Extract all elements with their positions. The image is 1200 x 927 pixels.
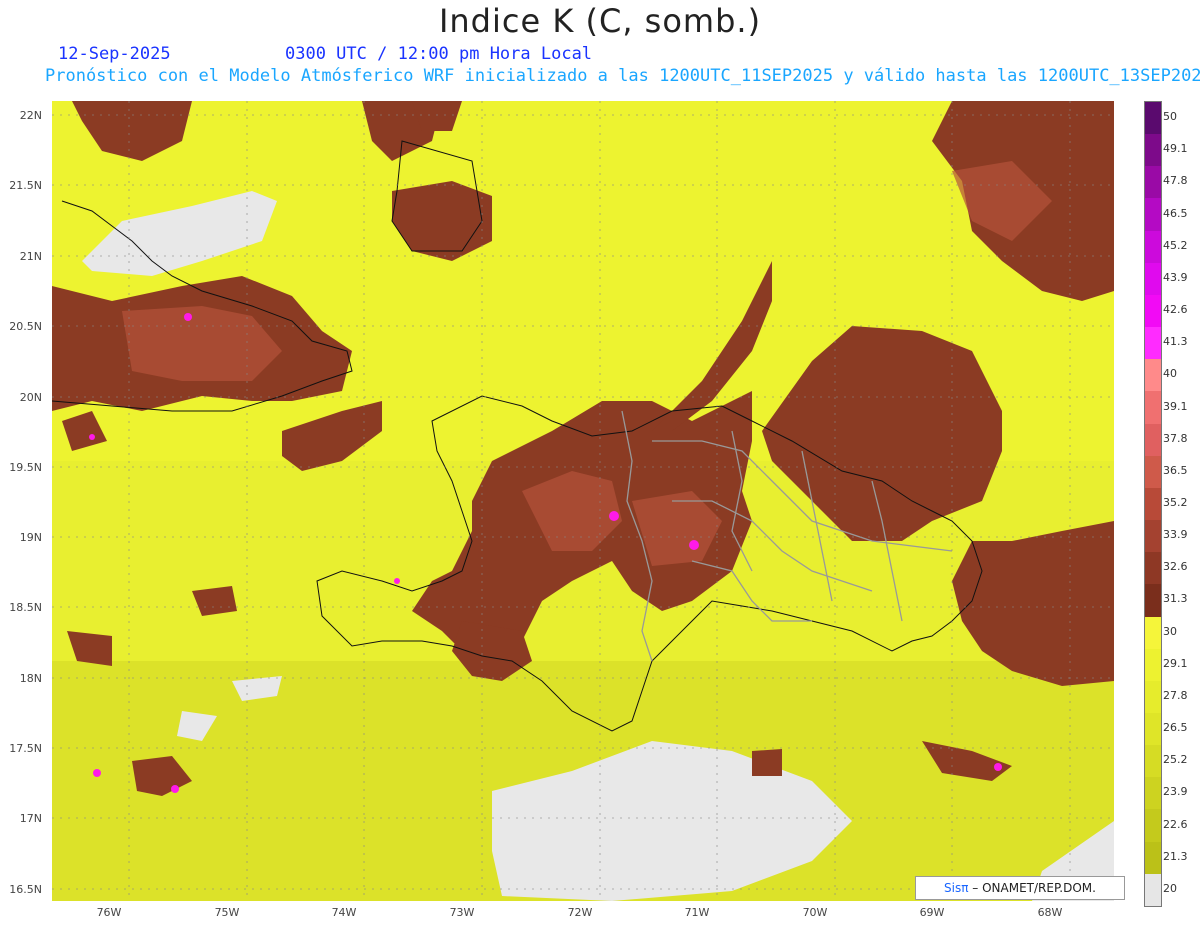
colorbar-label: 20: [1163, 881, 1177, 895]
colorbar-label: 22.6: [1163, 817, 1188, 831]
colorbar-label: 42.6: [1163, 303, 1188, 317]
colorbar-label: 43.9: [1163, 270, 1188, 284]
colorbar-label: 40: [1163, 367, 1177, 381]
colorbar-segment: [1145, 391, 1161, 424]
latitude-label: 20N: [19, 391, 42, 404]
colorbar-segment: [1145, 166, 1161, 199]
latitude-label: 17.5N: [9, 742, 42, 755]
colorbar-label: 37.8: [1163, 431, 1188, 445]
colorbar-segment: [1145, 487, 1161, 521]
longitude-label: 75W: [214, 906, 240, 919]
colorbar-label: 50: [1163, 110, 1177, 124]
latitude-label: 21.5N: [9, 179, 42, 192]
colorbar-label: 47.8: [1163, 174, 1188, 188]
colorbar: [1144, 101, 1162, 907]
colorbar-segment: [1145, 712, 1161, 746]
colorbar-label: 31.3: [1163, 592, 1188, 606]
colorbar-segment: [1145, 294, 1161, 328]
colorbar-segment: [1145, 777, 1161, 810]
latitude-label: 19.5N: [9, 461, 42, 474]
map-title: Indice K (C, somb.): [438, 2, 762, 40]
latitude-label: 17N: [19, 812, 42, 825]
colorbar-segment: [1145, 584, 1161, 617]
colorbar-label: 29.1: [1163, 656, 1188, 670]
colorbar-label: 35.2: [1163, 496, 1188, 509]
colorbar-segment: [1145, 102, 1161, 135]
longitude-label: 74W: [331, 906, 357, 919]
colorbar-segment: [1145, 359, 1161, 392]
colorbar-label: 39.1: [1163, 399, 1188, 413]
longitude-label: 68W: [1037, 906, 1063, 919]
colorbar-label: 36.5: [1163, 463, 1188, 477]
colorbar-segment: [1145, 423, 1161, 456]
colorbar-segment: [1145, 262, 1161, 295]
forecast-time: 0300 UTC / 12:00 pm Hora Local: [285, 44, 593, 64]
colorbar-label: 49.1: [1163, 142, 1188, 156]
colorbar-label: 21.3: [1163, 849, 1188, 863]
colorbar-label: 46.5: [1163, 206, 1188, 220]
colorbar-label: 45.2: [1163, 238, 1188, 252]
longitude-label: 76W: [96, 906, 122, 919]
longitude-label: 72W: [567, 906, 593, 919]
forecast-date: 12-Sep-2025: [58, 44, 171, 64]
colorbar-label: 33.9: [1163, 528, 1188, 542]
latitude-label: 18N: [19, 672, 42, 685]
credit-text: – ONAMET/REP.DOM.: [972, 881, 1096, 895]
longitude-label: 73W: [449, 906, 475, 919]
colorbar-segment: [1145, 230, 1161, 263]
colorbar-segment: [1145, 809, 1161, 842]
colorbar-label: 23.9: [1163, 785, 1188, 799]
credit-box: Sisπ – ONAMET/REP.DOM.: [915, 876, 1125, 900]
colorbar-segment: [1145, 873, 1161, 906]
longitude-label: 71W: [684, 906, 710, 919]
colorbar-segment: [1145, 198, 1161, 231]
colorbar-segment: [1145, 455, 1161, 488]
colorbar-label: 25.2: [1163, 753, 1188, 767]
colorbar-segment: [1145, 616, 1161, 649]
latitude-label: 16.5N: [9, 883, 42, 896]
latitude-label: 22N: [19, 109, 42, 122]
brand-name: Sisπ: [944, 881, 969, 895]
colorbar-segment: [1145, 680, 1161, 713]
colorbar-segment: [1145, 327, 1161, 360]
colorbar-segment: [1145, 648, 1161, 681]
colorbar-segment: [1145, 841, 1161, 874]
weather-map: [52, 101, 1114, 901]
colorbar-label: 41.3: [1163, 335, 1188, 349]
colorbar-segment: [1145, 745, 1161, 778]
latitude-label: 18.5N: [9, 601, 42, 614]
colorbar-segment: [1145, 520, 1161, 553]
colorbar-label: 27.8: [1163, 688, 1188, 702]
colorbar-label: 32.6: [1163, 560, 1188, 574]
colorbar-segment: [1145, 552, 1161, 585]
colorbar-label: 30: [1163, 624, 1177, 638]
colorbar-label: 26.5: [1163, 721, 1188, 735]
longitude-label: 69W: [919, 906, 945, 919]
latitude-label: 19N: [19, 531, 42, 544]
forecast-subtitle: Pronóstico con el Modelo Atmósferico WRF…: [45, 66, 1200, 86]
latitude-label: 21N: [19, 250, 42, 263]
latitude-label: 20.5N: [9, 320, 42, 333]
colorbar-segment: [1145, 134, 1161, 167]
longitude-label: 70W: [802, 906, 828, 919]
